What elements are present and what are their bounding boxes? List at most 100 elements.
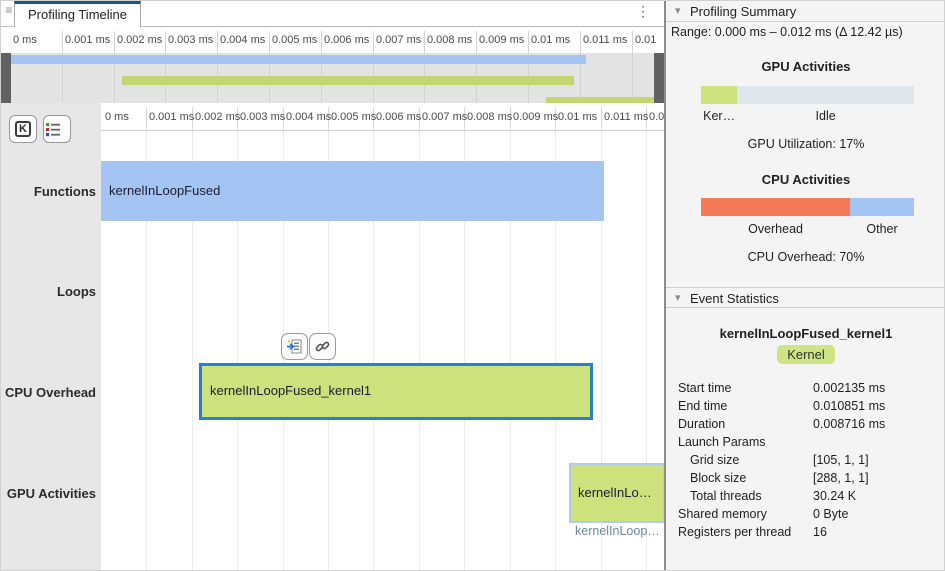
kernel-badge: Kernel xyxy=(777,345,835,364)
collapse-icon: ▾ xyxy=(675,291,681,304)
ruler-tick-label: 0.007 ms xyxy=(376,34,421,46)
stat-value: 0 Byte xyxy=(813,507,848,521)
stat-value: [288, 1, 1] xyxy=(813,471,869,485)
ruler-tick-label: 0.011 ms xyxy=(583,34,627,46)
stat-row: Start time0.002135 ms xyxy=(666,381,945,399)
ruler-tick-label: 0.002 ms xyxy=(195,111,240,123)
overview-chart[interactable] xyxy=(1,53,665,103)
legend-list-button[interactable] xyxy=(43,115,71,143)
kernel-filter-button[interactable]: K xyxy=(9,115,37,143)
functions-bar[interactable]: kernelInLoopFused xyxy=(101,161,604,221)
overview-ruler: 0 ms 0.001 ms 0.002 ms 0.003 ms 0.004 ms… xyxy=(1,28,665,53)
ruler-tick-label: 0.006 ms xyxy=(324,34,369,46)
gpu-activities-bar xyxy=(701,86,914,104)
row-label-loops: Loops xyxy=(1,284,96,299)
ruler-tick-label: 0.001 ms xyxy=(65,34,110,46)
stat-label: End time xyxy=(678,399,727,413)
stat-label: Grid size xyxy=(690,453,739,467)
cpu-other-segment xyxy=(850,198,914,216)
colored-list-icon xyxy=(44,120,62,138)
stat-row: Block size [288, 1, 1] xyxy=(666,471,945,489)
event-statistics-header[interactable]: ▾ Event Statistics xyxy=(666,287,945,308)
stat-label: Block size xyxy=(690,471,746,485)
stat-row: End time 0.010851 ms xyxy=(666,399,945,417)
ruler-tick-label: 0.004 ms xyxy=(220,34,265,46)
cpu-overhead-bar-selected[interactable]: kernelInLoopFused_kernel1 xyxy=(199,363,593,420)
gpu-utilization-caption: GPU Utilization: 17% xyxy=(666,137,945,151)
ruler-tick-label: 0.009 ms xyxy=(479,34,524,46)
gpu-activity-bar[interactable]: kernelInLo… xyxy=(569,463,665,523)
ruler-tick-label: 0.003 ms xyxy=(168,34,213,46)
stat-row: Grid size [105, 1, 1] xyxy=(666,453,945,471)
kebab-menu-icon[interactable]: ⋮ xyxy=(635,2,651,20)
cpu-activities-title: CPU Activities xyxy=(666,172,945,187)
gpu-segment-labels: Ker… Idle xyxy=(701,109,914,123)
stat-row: Launch Params xyxy=(666,435,945,453)
event-name: kernelInLoopFused_kernel1 xyxy=(666,326,945,341)
stat-row: Duration 0.008716 ms xyxy=(666,417,945,435)
summary-panel: ▾ Profiling Summary Range: 0.000 ms – 0.… xyxy=(666,1,945,571)
ruler-tick-label: 0.011 ms xyxy=(604,111,648,123)
profiling-summary-header[interactable]: ▾ Profiling Summary xyxy=(666,1,945,22)
ruler-tick-label: 0.01 ms xyxy=(531,34,570,46)
event-type-badge-wrap: Kernel xyxy=(666,345,945,364)
range-handle-left[interactable] xyxy=(1,53,11,103)
stat-value: 16 xyxy=(813,525,827,539)
event-stats-table: Start time0.002135 ms End time 0.010851 m… xyxy=(666,381,945,543)
tab-bar: ≡ Profiling Timeline ⋮ xyxy=(1,1,665,27)
overview-cpu-overhead-bar xyxy=(122,76,574,85)
range-handle-right[interactable] xyxy=(654,53,664,103)
ruler-tick-label: 0.01 ms xyxy=(558,111,597,123)
link-button[interactable] xyxy=(309,333,336,360)
ruler-tick-label: 0 ms xyxy=(13,34,37,46)
cpu-overhead-segment xyxy=(701,198,850,216)
gpu-idle-label: Idle xyxy=(737,109,914,123)
panel-divider[interactable] xyxy=(664,1,666,571)
stat-row: Shared memory 0 Byte xyxy=(666,507,945,525)
range-text: Range: 0.000 ms – 0.012 ms (Δ 12.42 µs) xyxy=(671,25,903,39)
ruler-tick-label: 0.008 ms xyxy=(467,111,512,123)
tab-profiling-timeline[interactable]: Profiling Timeline xyxy=(14,1,141,27)
gpu-kernel-segment xyxy=(701,86,737,104)
stat-row: Total threads 30.24 K xyxy=(666,489,945,507)
stat-label: Start time xyxy=(678,381,732,395)
stat-value: 0.008716 ms xyxy=(813,417,885,431)
gpu-idle-segment xyxy=(737,86,914,104)
stat-label: Shared memory xyxy=(678,507,767,521)
cpu-overhead-caption: CPU Overhead: 70% xyxy=(666,250,945,264)
main-ruler: 0 ms 0.001 ms 0.002 ms 0.003 ms 0.004 ms… xyxy=(101,103,665,131)
stat-label: Launch Params xyxy=(678,435,766,449)
profiling-timeline-window: ≡ Profiling Timeline ⋮ 0 ms 0.001 ms 0.0… xyxy=(0,0,945,571)
stat-label: Total threads xyxy=(690,489,762,503)
ruler-tick-label: 0.01 xyxy=(635,34,656,46)
event-statistics-title: Event Statistics xyxy=(690,291,779,306)
ruler-tick-label: 0.005 ms xyxy=(331,111,376,123)
cpu-activities-bar xyxy=(701,198,914,216)
jump-to-source-button[interactable] xyxy=(281,333,308,360)
link-icon xyxy=(314,338,331,355)
profiling-summary-title: Profiling Summary xyxy=(690,4,796,19)
ruler-tick-label: 0.007 ms xyxy=(422,111,467,123)
stat-value: [105, 1, 1] xyxy=(813,453,869,467)
ruler-tick-label: 0.005 ms xyxy=(272,34,317,46)
ruler-tick-label: 0.006 ms xyxy=(376,111,421,123)
row-label-gpu-activities: GPU Activities xyxy=(1,486,96,501)
stat-value: 0.010851 ms xyxy=(813,399,885,413)
gpu-kernel-label: Ker… xyxy=(701,109,737,123)
cpu-segment-labels: Overhead Other xyxy=(701,222,914,236)
ruler-tick-label: 0.003 ms xyxy=(240,111,285,123)
cpu-overhead-label: Overhead xyxy=(701,222,850,236)
gpu-activities-title: GPU Activities xyxy=(666,59,945,74)
ruler-tick-label: 0.008 ms xyxy=(427,34,472,46)
stat-value: 30.24 K xyxy=(813,489,856,503)
collapse-icon: ▾ xyxy=(675,4,681,17)
gpu-activity-sub-label[interactable]: kernelInLoop… xyxy=(575,524,660,538)
stat-label: Duration xyxy=(678,417,725,431)
stat-row: Registers per thread 16 xyxy=(666,525,945,543)
kernel-letter-icon: K xyxy=(15,121,31,137)
row-label-cpu-overhead: CPU Overhead xyxy=(1,385,96,400)
stat-label: Registers per thread xyxy=(678,525,791,539)
overview-functions-bar xyxy=(10,55,586,64)
ruler-tick-label: 0.004 ms xyxy=(286,111,331,123)
ruler-tick-label: 0.002 ms xyxy=(117,34,162,46)
